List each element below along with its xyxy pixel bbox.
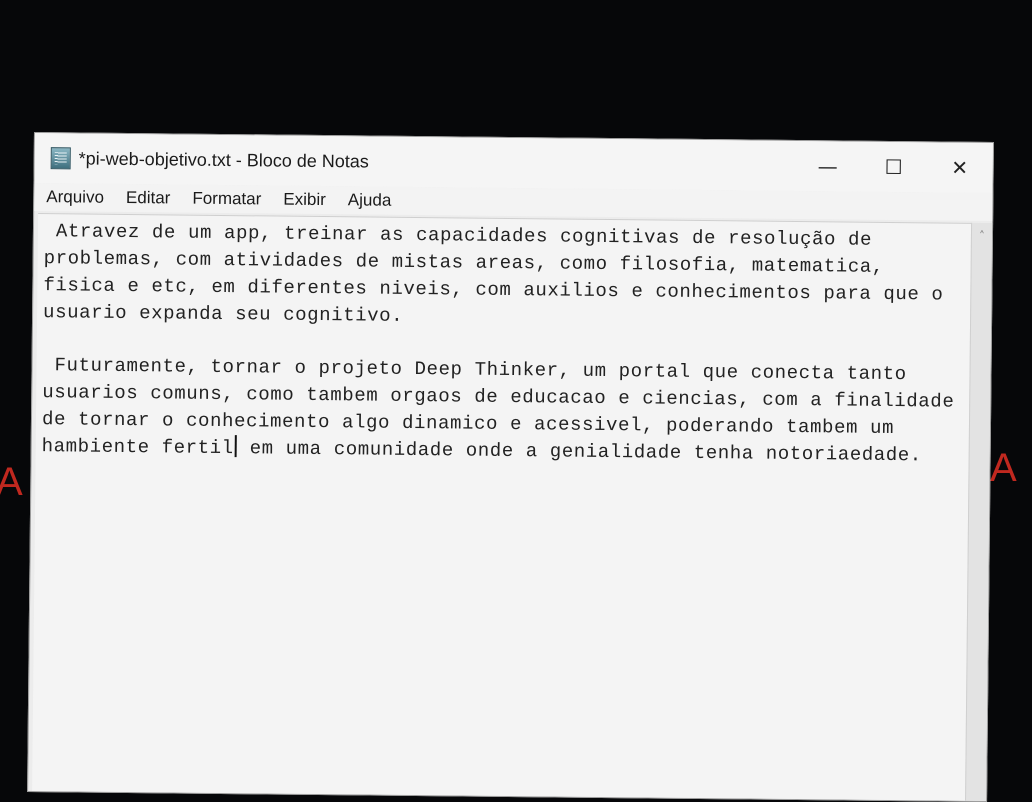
- maximize-button[interactable]: ☐: [860, 142, 927, 193]
- paragraph-1: Atravez de um app, treinar as capacidade…: [42, 220, 956, 327]
- paragraph-2-text-after-caret: em uma comunidade onde a genialidade ten…: [237, 437, 922, 467]
- background-red-letter-left: A: [0, 460, 23, 504]
- menu-formatar[interactable]: Formatar: [192, 189, 261, 210]
- minimize-button[interactable]: —: [794, 141, 861, 192]
- title-bar[interactable]: *pi-web-objetivo.txt - Bloco de Notas — …: [34, 133, 993, 194]
- text-caret: [234, 435, 237, 458]
- menu-ajuda[interactable]: Ajuda: [348, 190, 392, 210]
- notepad-window: *pi-web-objetivo.txt - Bloco de Notas — …: [27, 132, 994, 802]
- menu-exibir[interactable]: Exibir: [283, 190, 326, 210]
- document-text[interactable]: Atravez de um app, treinar as capacidade…: [36, 214, 973, 470]
- window-controls: — ☐ ✕: [794, 141, 993, 193]
- paragraph-2: Futuramente, tornar o projeto Deep Think…: [42, 352, 965, 470]
- menu-arquivo[interactable]: Arquivo: [46, 187, 104, 208]
- menu-editar[interactable]: Editar: [126, 188, 171, 208]
- window-title: *pi-web-objetivo.txt - Bloco de Notas: [78, 147, 369, 172]
- background-red-letter-right: A: [990, 446, 1017, 490]
- notepad-icon: [50, 147, 71, 170]
- text-editor[interactable]: Atravez de um app, treinar as capacidade…: [32, 213, 973, 801]
- scroll-up-arrow-icon[interactable]: ˄: [972, 229, 992, 243]
- close-button[interactable]: ✕: [926, 142, 993, 193]
